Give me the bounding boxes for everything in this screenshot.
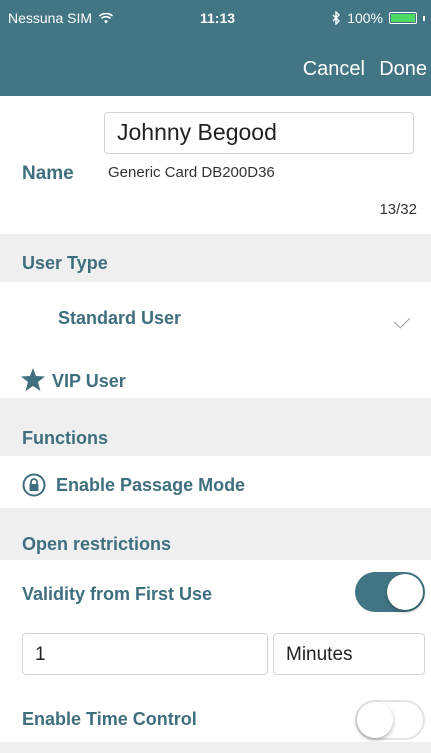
duration-unit-select[interactable]: Minutes	[273, 633, 425, 675]
time-control-row: Enable Time Control	[0, 690, 431, 742]
passage-mode-label: Enable Passage Mode	[56, 475, 246, 495]
toggle-knob	[387, 574, 423, 610]
status-bar: Nessuna SIM 11:13 100%	[0, 0, 431, 38]
done-button[interactable]: Done	[379, 58, 427, 81]
validity-label: Validity from First Use	[22, 584, 213, 604]
time-control-toggle[interactable]	[355, 700, 425, 740]
name-label: Name	[22, 163, 74, 184]
validity-row: Validity from First Use	[0, 560, 431, 628]
option-standard-user[interactable]: Standard User	[0, 282, 431, 346]
name-section: Name Johnny Begood Generic Card DB200D36…	[0, 96, 431, 234]
carrier-label: Nessuna SIM	[8, 10, 93, 26]
standard-user-label: Standard User	[58, 308, 182, 328]
vip-user-label: VIP User	[52, 371, 126, 391]
bluetooth-icon	[332, 11, 341, 25]
battery-icon	[389, 12, 417, 24]
duration-value-input[interactable]: 1	[22, 633, 268, 675]
lock-circle-icon	[22, 473, 46, 497]
option-vip-user[interactable]: VIP User	[0, 346, 431, 398]
passage-mode-row[interactable]: Enable Passage Mode	[0, 456, 431, 508]
bottom-section-band	[0, 742, 431, 753]
checkmark-icon	[393, 312, 411, 329]
status-time: 11:13	[200, 10, 236, 26]
cancel-button[interactable]: Cancel	[303, 58, 365, 81]
open-restrictions-header: Open restrictions	[0, 508, 431, 560]
card-name: Generic Card DB200D36	[108, 164, 275, 181]
character-count: 13/32	[379, 201, 417, 218]
functions-header: Functions	[0, 398, 431, 456]
validity-toggle[interactable]	[355, 572, 425, 612]
name-input[interactable]: Johnny Begood	[104, 112, 414, 154]
navigation-bar: Cancel Done	[0, 38, 431, 96]
battery-percent: 100%	[347, 10, 383, 26]
star-icon	[21, 368, 45, 391]
user-type-header: User Type	[0, 234, 431, 282]
time-control-label: Enable Time Control	[22, 709, 197, 729]
wifi-icon	[98, 12, 113, 24]
toggle-knob	[357, 702, 393, 738]
